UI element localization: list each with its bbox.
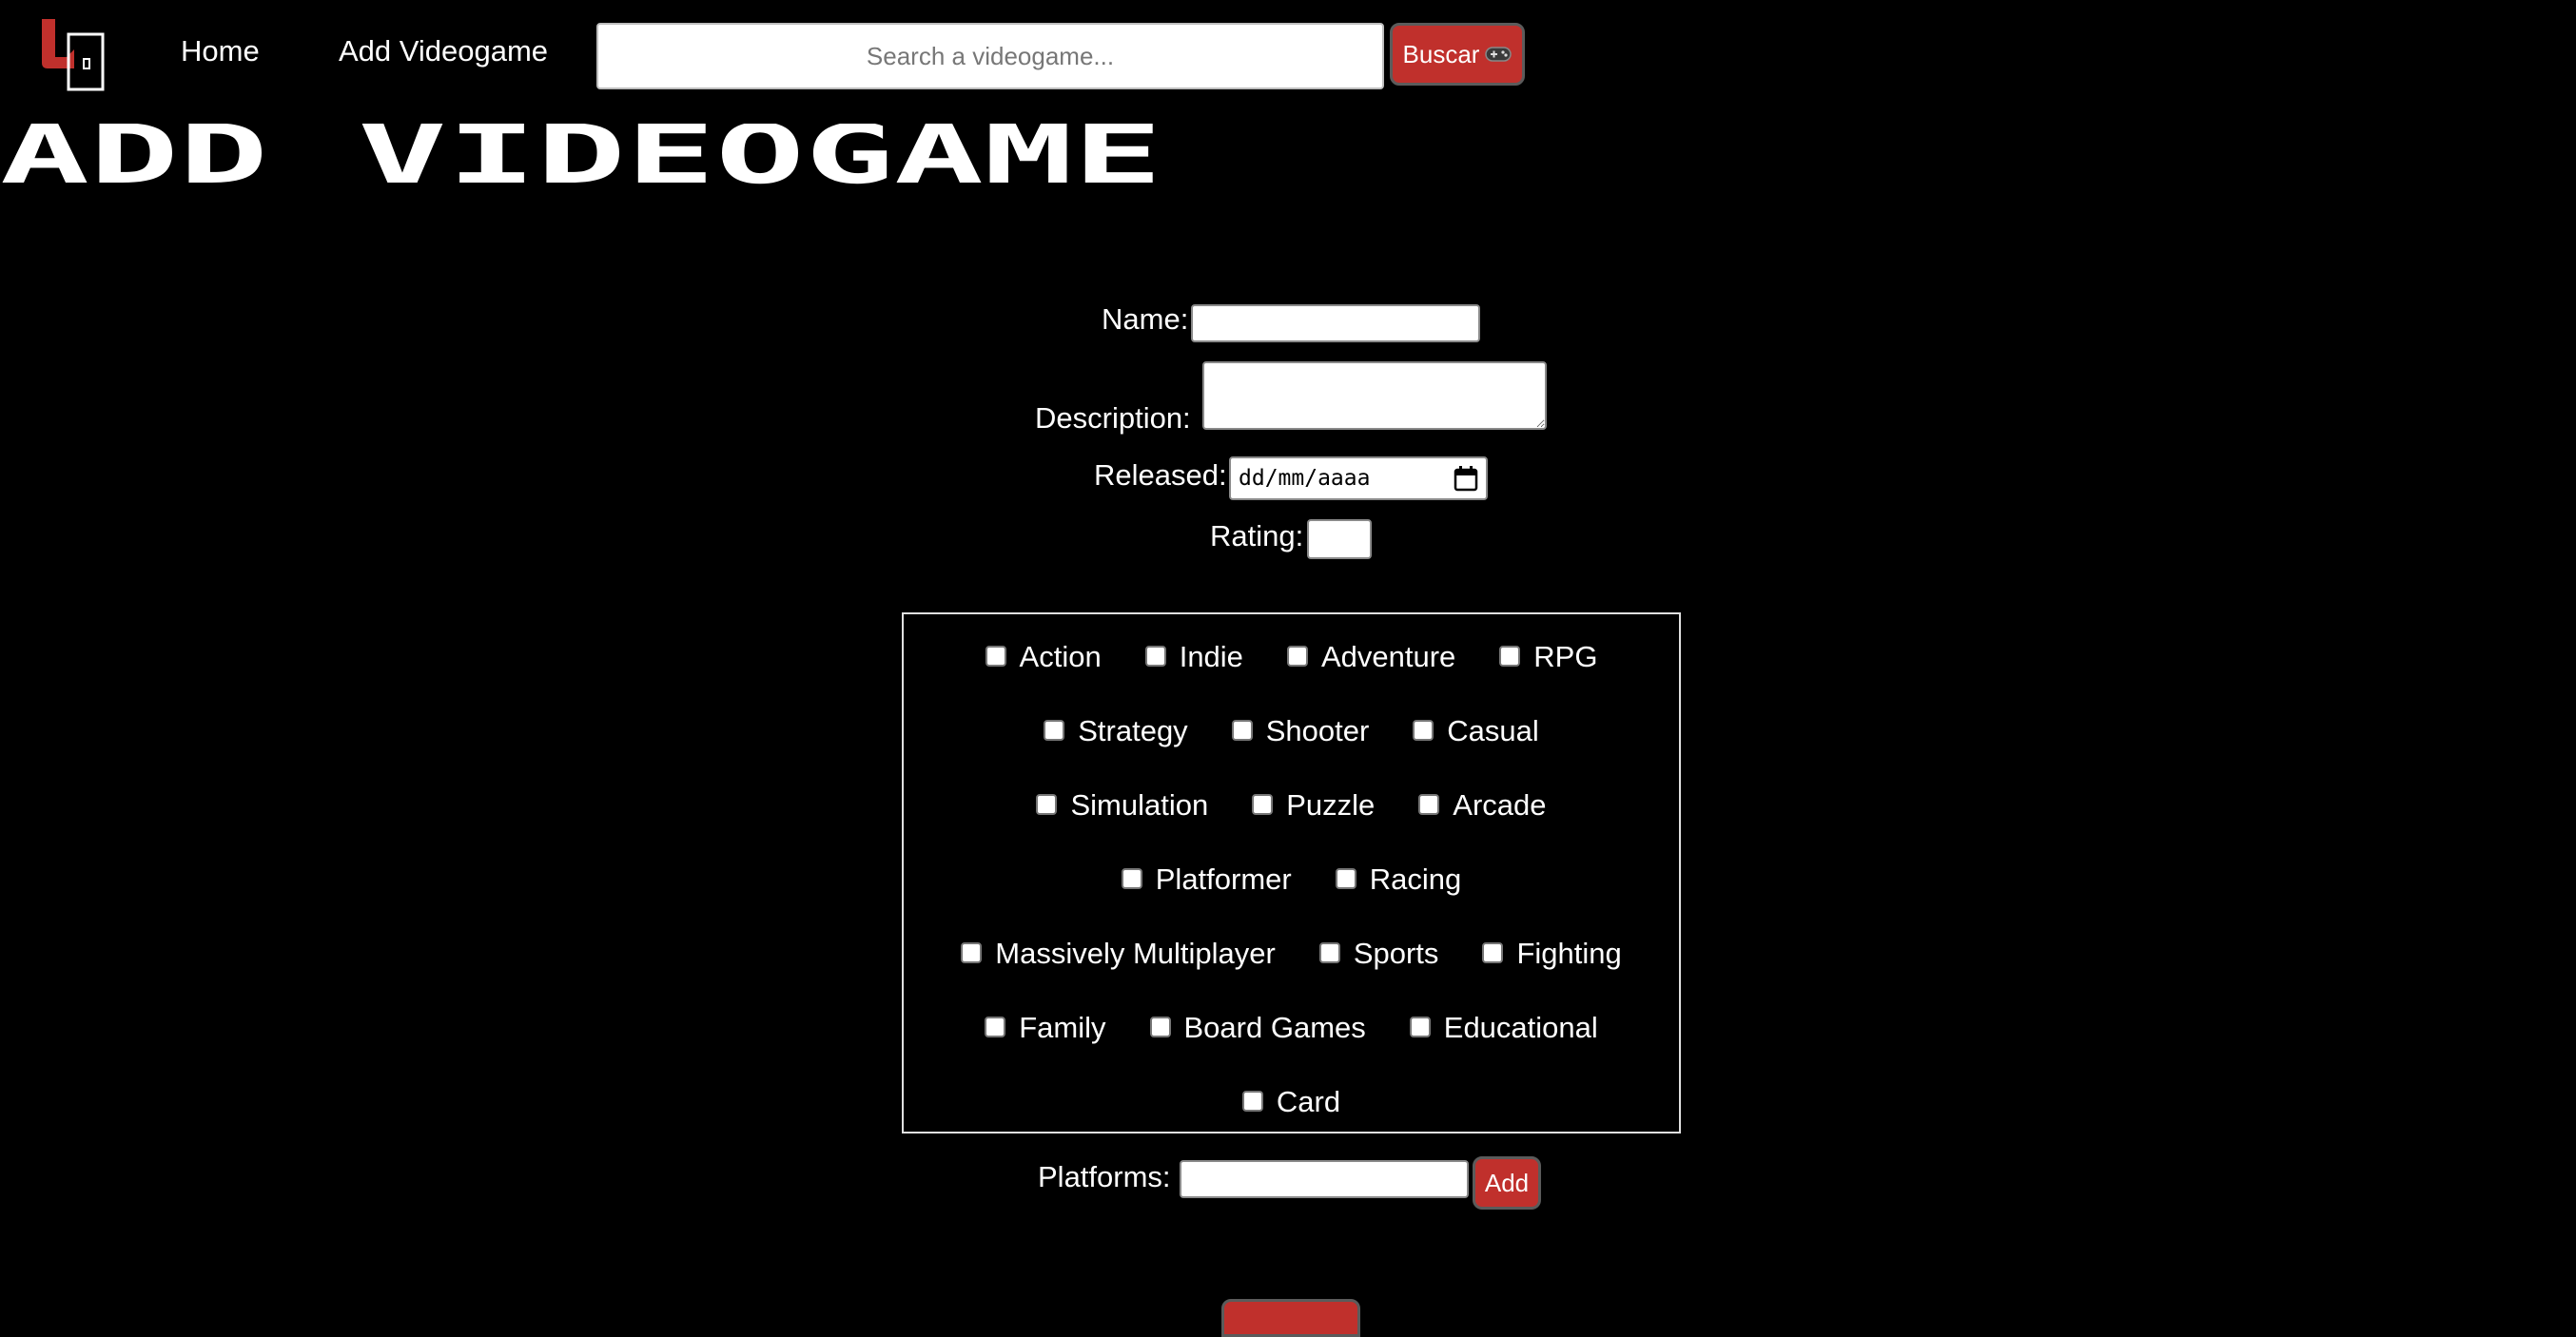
genre-checkbox[interactable] (1482, 942, 1504, 963)
genre-row-3: Simulation Puzzle Arcade (904, 782, 1679, 829)
navbar: Home Add Videogame Buscar (0, 0, 2576, 112)
genre-label: Adventure (1320, 640, 1456, 673)
genre-label: Indie (1179, 640, 1243, 673)
genre-checkbox[interactable] (1335, 868, 1356, 889)
genre-checkbox[interactable] (1252, 794, 1274, 815)
search-button[interactable]: Buscar (1390, 23, 1525, 86)
genre-label: Card (1276, 1085, 1341, 1118)
genre-label: Shooter (1265, 714, 1370, 747)
svg-text:ADD VIDEOGAME: ADD VIDEOGAME (0, 124, 1162, 194)
genre-label: Educational (1443, 1011, 1598, 1044)
calendar-icon[interactable] (1454, 465, 1478, 492)
genre-checkbox[interactable] (1286, 646, 1308, 667)
genres-fieldset: Action Indie Adventure RPG Strategy Shoo… (902, 612, 1681, 1134)
genre-row-7: Card (904, 1078, 1679, 1126)
genre-simulation[interactable]: Simulation (1036, 788, 1208, 823)
genre-checkbox[interactable] (1036, 794, 1058, 815)
genre-label: Sports (1353, 937, 1439, 970)
genre-checkbox[interactable] (1121, 868, 1142, 889)
genre-checkbox[interactable] (1231, 720, 1253, 741)
genre-fighting[interactable]: Fighting (1482, 937, 1622, 971)
genre-label: Simulation (1070, 788, 1209, 822)
genre-label: Family (1019, 1011, 1106, 1044)
genre-massively-multiplayer[interactable]: Massively Multiplayer (961, 937, 1276, 971)
genre-label: Board Games (1183, 1011, 1366, 1044)
genre-rpg[interactable]: RPG (1499, 640, 1597, 674)
genre-sports[interactable]: Sports (1318, 937, 1439, 971)
gamepad-icon (1485, 47, 1512, 62)
genre-row-4: Platformer Racing (904, 856, 1679, 903)
genre-indie[interactable]: Indie (1144, 640, 1243, 674)
rating-label: Rating: (1210, 519, 1304, 552)
genre-adventure[interactable]: Adventure (1286, 640, 1456, 674)
platforms-label: Platforms: (1038, 1160, 1171, 1193)
genre-label: Strategy (1078, 714, 1188, 747)
genre-row-5: Massively Multiplayer Sports Fighting (904, 930, 1679, 978)
genre-puzzle[interactable]: Puzzle (1252, 788, 1375, 823)
search-input[interactable] (596, 23, 1384, 89)
genre-strategy[interactable]: Strategy (1044, 714, 1188, 748)
nav-add-videogame-link[interactable]: Add Videogame (339, 34, 548, 68)
genre-label: Arcade (1453, 788, 1547, 822)
genre-shooter[interactable]: Shooter (1231, 714, 1370, 748)
genre-checkbox[interactable] (1241, 1091, 1263, 1112)
genre-label: Fighting (1516, 937, 1622, 970)
genre-checkbox[interactable] (1318, 942, 1340, 963)
genre-checkbox[interactable] (1499, 646, 1521, 667)
genre-checkbox[interactable] (961, 942, 983, 963)
rating-input[interactable] (1307, 519, 1372, 559)
genre-checkbox[interactable] (1418, 794, 1440, 815)
genre-checkbox[interactable] (1413, 720, 1434, 741)
description-textarea[interactable] (1202, 361, 1547, 430)
genre-row-1: Action Indie Adventure RPG (904, 633, 1679, 681)
name-input[interactable] (1191, 304, 1480, 342)
genre-checkbox[interactable] (985, 1017, 1006, 1037)
genre-action[interactable]: Action (985, 640, 1102, 674)
genre-platformer[interactable]: Platformer (1121, 862, 1292, 897)
genre-checkbox[interactable] (1044, 720, 1065, 741)
genre-row-2: Strategy Shooter Casual (904, 707, 1679, 755)
submit-button[interactable] (1221, 1299, 1360, 1337)
genre-label: Racing (1369, 862, 1462, 896)
genre-label: Platformer (1155, 862, 1292, 896)
genre-card[interactable]: Card (1241, 1085, 1341, 1119)
genre-educational[interactable]: Educational (1409, 1011, 1598, 1045)
name-label: Name: (1102, 302, 1189, 336)
genre-label: RPG (1533, 640, 1598, 673)
nav-home-link[interactable]: Home (181, 34, 260, 68)
genre-checkbox[interactable] (985, 646, 1006, 667)
genre-label: Casual (1447, 714, 1539, 747)
description-label: Description: (1035, 401, 1191, 435)
genre-checkbox[interactable] (1149, 1017, 1171, 1037)
genre-checkbox[interactable] (1144, 646, 1166, 667)
search-button-label: Buscar (1402, 39, 1480, 68)
platforms-input[interactable] (1180, 1160, 1469, 1198)
released-label: Released: (1094, 458, 1227, 492)
genre-checkbox[interactable] (1409, 1017, 1431, 1037)
genre-racing[interactable]: Racing (1335, 862, 1462, 897)
genre-label: Action (1019, 640, 1102, 673)
released-date-placeholder: dd/mm/aaaa (1239, 466, 1371, 491)
released-date-input[interactable]: dd/mm/aaaa (1229, 456, 1488, 500)
genre-board-games[interactable]: Board Games (1149, 1011, 1366, 1045)
genre-arcade[interactable]: Arcade (1418, 788, 1547, 823)
genre-row-6: Family Board Games Educational (904, 1004, 1679, 1052)
logo-icon[interactable] (40, 17, 107, 93)
genre-casual[interactable]: Casual (1413, 714, 1539, 748)
genre-label: Massively Multiplayer (995, 937, 1276, 970)
add-platform-button[interactable]: Add (1473, 1156, 1541, 1210)
genre-label: Puzzle (1286, 788, 1376, 822)
page-title: ADD VIDEOGAME (0, 124, 1162, 194)
genre-family[interactable]: Family (985, 1011, 1106, 1045)
